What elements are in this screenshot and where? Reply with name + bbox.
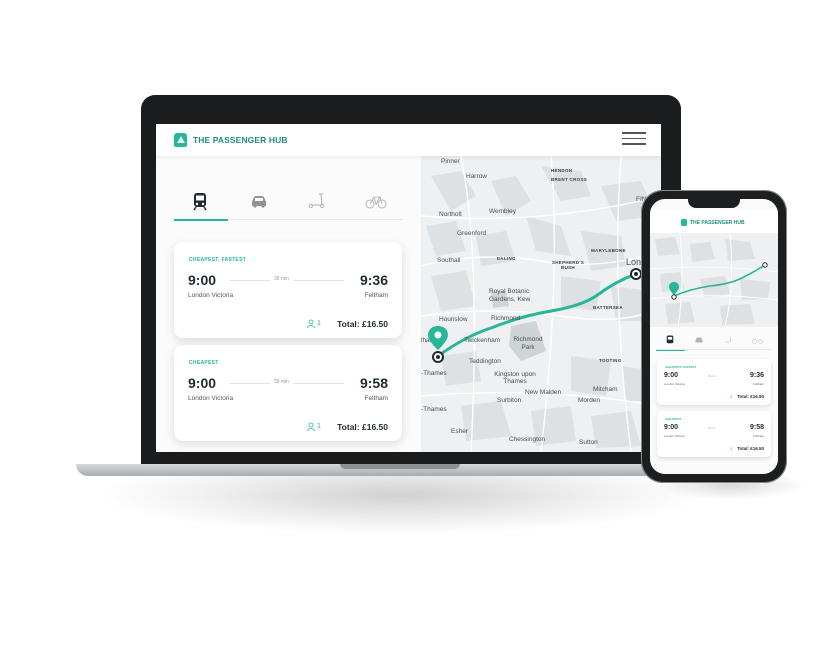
duration: 36 min — [270, 276, 294, 282]
bicycle-icon — [752, 339, 763, 344]
brand-name[interactable]: THE PASSENGER HUB — [690, 220, 745, 226]
origin-station: London Victoria — [188, 395, 234, 402]
origin-station: London Victoria — [664, 434, 685, 438]
tab-bicycle[interactable] — [743, 334, 772, 350]
origin-marker-icon — [762, 262, 768, 268]
tab-train[interactable] — [174, 190, 228, 221]
departure-time: 9:00 — [664, 424, 679, 431]
route-map[interactable]: Pinner Harrow HENDON BRENT CROSS FINC No… — [421, 156, 661, 452]
origin-station: London Victoria — [664, 382, 685, 386]
arrival-time: 9:36 — [749, 372, 764, 379]
arrival-time: 9:36 — [359, 272, 388, 288]
logo-icon — [174, 133, 187, 147]
route-card[interactable]: CHEAPEST 9:00 58 min 9:58 London Victori… — [174, 345, 402, 441]
route-card[interactable]: CHEAPEST, FASTEST 9:00 36 min 9:36 Londo… — [657, 359, 771, 405]
phone-route-map[interactable] — [650, 234, 778, 327]
duration: 36 min — [708, 375, 716, 378]
duration: 58 min — [708, 427, 716, 430]
phone-screen: THE PASSENGER HUB CHEAPEST, FASTEST 9:00… — [650, 199, 778, 474]
phone-app-header: THE PASSENGER HUB — [650, 209, 778, 233]
destination-station: Feltham — [753, 382, 764, 386]
tab-car[interactable] — [685, 334, 714, 350]
duration: 58 min — [270, 379, 294, 385]
total-price: Total: £16.50 — [337, 422, 388, 432]
hamburger-icon[interactable] — [622, 132, 646, 146]
brand-name[interactable]: THE PASSENGER HUB — [193, 135, 288, 145]
total-price: Total: £16.50 — [737, 394, 764, 399]
transport-mode-tabs — [174, 190, 402, 221]
car-icon — [252, 196, 266, 208]
route-panel: CHEAPEST, FASTEST 9:00 36 min 9:36 Londo… — [156, 156, 421, 452]
origin-station: London Victoria — [188, 292, 234, 299]
destination-marker-icon — [671, 294, 677, 300]
total-price: Total: £16.50 — [337, 319, 388, 329]
route-tag: CHEAPEST, FASTEST — [665, 365, 697, 369]
destination-station: Feltham — [364, 395, 388, 402]
phone-transport-mode-tabs — [656, 334, 772, 351]
destination-station: Feltham — [753, 434, 764, 438]
scooter-icon — [308, 193, 325, 209]
departure-time: 9:00 — [188, 272, 217, 288]
passenger-count: 1 — [317, 423, 321, 430]
destination-pin-icon — [669, 282, 679, 295]
passenger-count: 1 — [730, 446, 733, 451]
route-card[interactable]: CHEAPEST 9:00 58 min 9:58 London Victori… — [657, 411, 771, 457]
car-icon — [695, 337, 703, 343]
route-card[interactable]: CHEAPEST, FASTEST 9:00 36 min 9:36 Londo… — [174, 242, 402, 338]
train-icon — [666, 335, 674, 344]
phone-map-background — [650, 234, 778, 327]
tab-scooter[interactable] — [714, 334, 743, 350]
route-tag: CHEAPEST, FASTEST — [189, 257, 247, 263]
route-tag: CHEAPEST — [665, 417, 682, 421]
laptop-hinge-notch — [340, 464, 460, 469]
app-header: THE PASSENGER HUB — [156, 124, 661, 156]
departure-time: 9:00 — [664, 372, 679, 379]
tab-bicycle[interactable] — [348, 190, 402, 220]
tab-train[interactable] — [656, 334, 685, 351]
tab-scooter[interactable] — [290, 190, 344, 220]
logo-icon — [681, 219, 687, 226]
passenger-count: 1 — [730, 394, 733, 399]
destination-station: Feltham — [364, 292, 388, 299]
phone-notch — [688, 199, 740, 208]
origin-marker-icon — [630, 268, 642, 280]
scooter-icon — [725, 336, 731, 343]
departure-time: 9:00 — [188, 375, 217, 391]
tab-car[interactable] — [232, 190, 286, 220]
laptop-screen: THE PASSENGER HUB CHEAPEST, FASTEST 9:00… — [156, 124, 661, 452]
destination-pin-icon — [428, 326, 448, 350]
map-markers — [428, 268, 642, 363]
total-price: Total: £16.50 — [737, 446, 764, 451]
passenger-icon — [306, 422, 316, 431]
train-icon — [193, 193, 207, 211]
passenger-icon — [306, 319, 316, 328]
bicycle-icon — [365, 196, 387, 209]
passenger-count: 1 — [317, 320, 321, 327]
destination-marker-icon — [432, 351, 444, 363]
arrival-time: 9:58 — [359, 375, 388, 391]
arrival-time: 9:58 — [749, 424, 764, 431]
route-tag: CHEAPEST — [189, 360, 219, 366]
